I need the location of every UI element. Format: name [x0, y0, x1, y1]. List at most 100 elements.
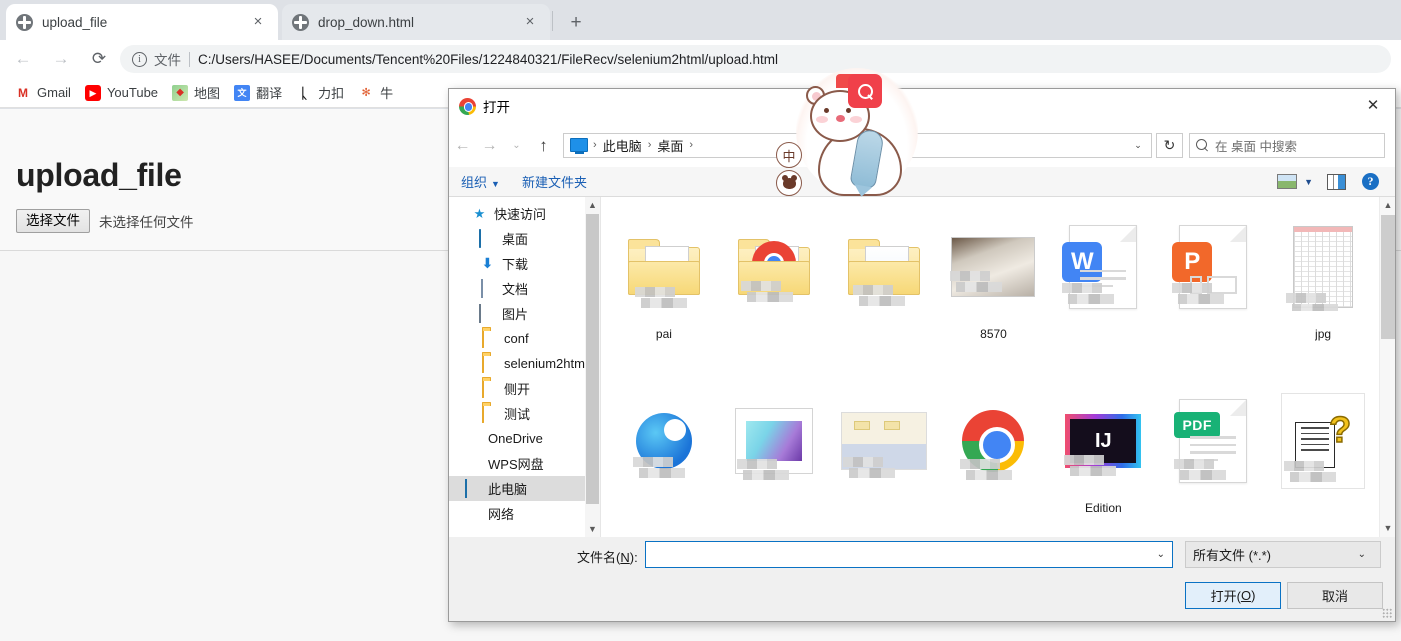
bookmark-nowcoder[interactable]: ✻ 牛: [351, 81, 400, 105]
tab-title: drop_down.html: [318, 14, 415, 30]
up-one-level-button[interactable]: ↑: [530, 132, 557, 159]
info-icon[interactable]: i: [132, 51, 147, 67]
sidebar-scrollbar[interactable]: ▲ ▼: [585, 197, 600, 537]
bookmark-youtube[interactable]: ▶ YouTube: [78, 81, 165, 105]
file-item[interactable]: IJ Edition: [1048, 377, 1158, 537]
chevron-down-icon: ▼: [491, 179, 500, 189]
preview-pane-icon[interactable]: [1327, 173, 1346, 190]
sidebar-item-desktop[interactable]: 桌面 ⚲: [449, 226, 600, 251]
file-item[interactable]: [609, 377, 719, 537]
address-bar[interactable]: i 文件 C:/Users/HASEE/Documents/Tencent%20…: [120, 45, 1391, 73]
file-item[interactable]: [829, 377, 939, 537]
file-item[interactable]: [719, 377, 829, 537]
close-icon[interactable]: ×: [520, 12, 540, 32]
sidebar-item-network[interactable]: 网络: [449, 501, 600, 526]
folder-icon: [617, 209, 711, 325]
choose-file-button[interactable]: 选择文件: [16, 209, 90, 233]
chevron-down-icon[interactable]: ⌄: [1129, 140, 1147, 151]
help-icon[interactable]: ?: [1362, 173, 1379, 190]
file-list-scrollbar[interactable]: ▲ ▼: [1379, 197, 1395, 537]
sidebar-item-wps-cloud[interactable]: WPS网盘: [449, 451, 600, 476]
search-input[interactable]: 在 桌面 中搜索: [1189, 132, 1385, 158]
new-tab-button[interactable]: +: [562, 9, 590, 37]
forward-button[interactable]: →: [46, 44, 76, 74]
file-item[interactable]: 8570: [939, 203, 1049, 377]
sidebar-item-onedrive[interactable]: OneDrive: [449, 426, 600, 451]
this-pc-icon: [570, 138, 588, 154]
breadcrumb-item-this-pc[interactable]: 此电脑: [599, 136, 646, 155]
tab-upload-file[interactable]: upload_file ×: [6, 4, 278, 40]
bookmark-translate[interactable]: 文 翻译: [227, 81, 289, 105]
file-item[interactable]: pai: [609, 203, 719, 377]
dialog-back-button[interactable]: ←: [449, 132, 476, 159]
file-item[interactable]: ?: [1268, 377, 1378, 537]
filename-input[interactable]: ⌄: [645, 541, 1173, 568]
file-item[interactable]: [719, 203, 829, 377]
file-item[interactable]: [939, 377, 1049, 537]
dialog-nav-bar: ← → ⌄ ↑ › 此电脑 › 桌面 › ⌄ ↻ 在 桌面 中搜索: [449, 123, 1395, 167]
dialog-body: ★ 快速访问 桌面 ⚲ ⬇ 下载 ⚲ 文档: [449, 197, 1395, 537]
sidebar-item-documents[interactable]: 文档 ⚲: [449, 276, 600, 301]
file-item[interactable]: PDF: [1158, 377, 1268, 537]
sidebar-item-label: selenium2html: [504, 356, 588, 371]
file-item[interactable]: W: [1048, 203, 1158, 377]
chevron-down-icon[interactable]: ▼: [1304, 177, 1313, 187]
bookmark-gmail[interactable]: M Gmail: [8, 81, 78, 105]
scrollbar-thumb[interactable]: [1381, 215, 1395, 339]
open-button[interactable]: 打开(O): [1185, 582, 1281, 609]
tab-strip: upload_file × drop_down.html × +: [0, 0, 1401, 40]
downloads-icon: ⬇: [481, 255, 494, 271]
file-type-filter[interactable]: 所有文件 (*.*) ⌄: [1185, 541, 1381, 568]
scrollbar-thumb[interactable]: [586, 214, 599, 504]
onedrive-icon: [465, 430, 482, 447]
breadcrumb[interactable]: › 此电脑 › 桌面 › ⌄: [563, 132, 1152, 158]
sidebar-item-this-pc[interactable]: 此电脑: [449, 476, 600, 501]
close-icon[interactable]: ✕: [1351, 89, 1395, 123]
file-item[interactable]: jpg: [1268, 203, 1378, 377]
bookmark-maps[interactable]: ◆ 地图: [165, 81, 227, 105]
scroll-down-icon[interactable]: ▼: [585, 521, 600, 537]
filename-label-key: N: [620, 550, 630, 565]
resize-grip[interactable]: [1382, 608, 1392, 618]
file-label: 8570: [980, 327, 1007, 341]
view-mode-icon[interactable]: [1277, 174, 1298, 189]
back-button[interactable]: ←: [8, 44, 38, 74]
breadcrumb-item-desktop[interactable]: 桌面: [653, 136, 687, 155]
scroll-up-icon[interactable]: ▲: [585, 197, 600, 213]
refresh-button[interactable]: ↻: [1156, 132, 1183, 158]
file-list-pane[interactable]: pai 8570 W P jpg IJ Edition PDF ? ▲ ▼: [601, 197, 1395, 537]
file-input-row: 选择文件 未选择任何文件: [16, 209, 194, 233]
image-file-icon: [837, 383, 931, 499]
file-label: jpg: [1315, 327, 1332, 341]
breadcrumb-separator: ›: [689, 139, 694, 151]
sidebar-item-ce-kai[interactable]: 侧开: [449, 376, 600, 401]
cancel-button[interactable]: 取消: [1287, 582, 1383, 609]
globe-icon: [292, 13, 309, 31]
close-icon[interactable]: ×: [248, 12, 268, 32]
tab-drop-down-html[interactable]: drop_down.html ×: [282, 4, 550, 40]
reload-button[interactable]: ⟳: [84, 44, 114, 74]
sidebar-item-conf[interactable]: conf: [449, 326, 600, 351]
sidebar-item-pictures[interactable]: 图片 ⚲: [449, 301, 600, 326]
new-folder-button[interactable]: 新建文件夹: [522, 172, 587, 191]
star-icon: ★: [473, 206, 486, 221]
file-item[interactable]: P: [1158, 203, 1268, 377]
bookmark-label: 牛: [380, 86, 394, 101]
bookmark-leetcode[interactable]: ᚳ 力扣: [289, 81, 351, 105]
bookmark-label: 翻译: [256, 86, 283, 101]
sidebar-item-selenium2html[interactable]: selenium2html: [449, 351, 600, 376]
pictures-icon: [479, 304, 496, 323]
unknown-file-icon: ?: [1276, 383, 1370, 499]
organize-button[interactable]: 组织 ▼: [461, 172, 500, 191]
scroll-up-icon[interactable]: ▲: [1380, 197, 1395, 214]
network-icon: [465, 505, 482, 522]
scroll-down-icon[interactable]: ▼: [1380, 520, 1395, 537]
chevron-down-icon[interactable]: ⌄: [1157, 549, 1165, 560]
sidebar-item-quick-access[interactable]: ★ 快速访问: [449, 201, 600, 226]
recent-locations-button[interactable]: ⌄: [503, 132, 530, 159]
chevron-down-icon[interactable]: ⌄: [1358, 549, 1366, 560]
sidebar-item-ce-shi[interactable]: 测试: [449, 401, 600, 426]
sidebar-item-downloads[interactable]: ⬇ 下载 ⚲: [449, 251, 600, 276]
dialog-forward-button[interactable]: →: [476, 132, 503, 159]
file-item[interactable]: [829, 203, 939, 377]
